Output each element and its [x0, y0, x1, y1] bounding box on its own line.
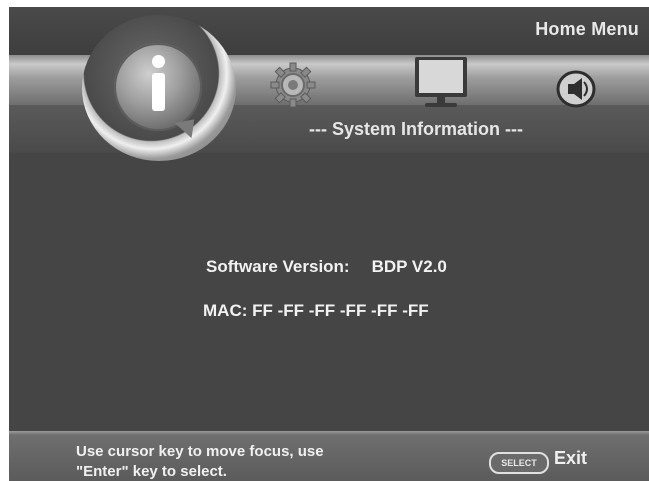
exit-label[interactable]: Exit	[554, 448, 587, 469]
software-version-value: BDP V2.0	[371, 257, 447, 276]
info-icon-disc	[114, 43, 202, 141]
monitor-icon[interactable]	[411, 55, 471, 111]
speaker-icon[interactable]	[556, 70, 596, 108]
software-version-row: Software Version: BDP V2.0	[206, 257, 447, 277]
software-version-label: Software Version:	[206, 257, 350, 276]
tv-screen: Home Menu --- System Information --- Sof…	[9, 7, 649, 481]
hint-line-2: "Enter" key to select.	[76, 463, 227, 480]
gear-icon[interactable]	[269, 61, 317, 109]
info-icon-tail	[174, 119, 198, 141]
info-icon-dot	[152, 55, 165, 68]
hint-line-1: Use cursor key to move focus, use	[76, 443, 324, 460]
section-title: --- System Information ---	[309, 119, 523, 139]
info-icon[interactable]	[82, 15, 236, 161]
select-button[interactable]: SELECT	[489, 452, 549, 474]
home-menu-title[interactable]: Home Menu	[535, 19, 639, 40]
info-icon-stem	[152, 73, 165, 111]
mac-address: MAC: FF -FF -FF -FF -FF -FF	[203, 301, 429, 320]
